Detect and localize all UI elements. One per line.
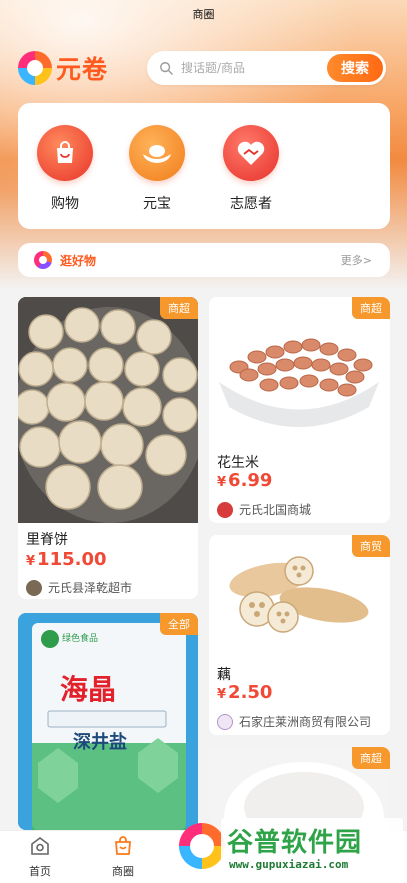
handshake-icon — [223, 125, 279, 181]
package-subtitle: 深井盐 — [73, 732, 127, 753]
good-things-bar: 逛好物 更多> — [18, 243, 390, 277]
product-card[interactable]: 绿色食品 海晶 深井盐 全部 — [18, 613, 198, 830]
ingot-icon — [129, 125, 185, 181]
product-price: ¥115.00 — [26, 549, 107, 570]
price-currency: ¥ — [217, 475, 227, 490]
watermark: 谷普软件园 www.gupuxiazai.com — [221, 818, 403, 880]
search-button[interactable]: 搜索 — [327, 54, 383, 82]
product-price: ¥2.50 — [217, 682, 272, 703]
product-badge: 商超 — [352, 747, 390, 769]
product-card[interactable]: 商贸 藕 ¥2.50 石家庄莱洲商贸有限公司 — [209, 535, 390, 735]
product-image: 商超 — [18, 297, 198, 523]
price-value: 115.00 — [37, 549, 107, 570]
logo-text: 元卷 — [56, 55, 109, 84]
product-name: 藕 — [217, 667, 231, 683]
quick-item-shopping[interactable]: 购物 — [25, 125, 105, 213]
shop-name: 元氏县泽乾超市 — [48, 581, 133, 595]
more-link[interactable]: 更多> — [341, 252, 372, 268]
quick-item-volunteer[interactable]: 志愿者 — [211, 125, 291, 213]
quick-item-label: 元宝 — [143, 196, 171, 212]
product-card[interactable]: 商超 花生米 ¥6.99 元氏北国商城 — [209, 297, 390, 523]
watermark-url: www.gupuxiazai.com — [229, 858, 349, 871]
tab-label: 首页 — [29, 865, 51, 878]
product-card[interactable]: 商超 里脊饼 ¥115.00 元氏县泽乾超市 — [18, 297, 198, 599]
shopping-bag-icon — [37, 125, 93, 181]
shop-avatar — [217, 713, 233, 730]
shop-bag-icon — [115, 836, 131, 855]
product-image: 商超 — [209, 297, 390, 447]
logo-ring-icon — [18, 51, 52, 85]
shop-avatar — [217, 501, 233, 518]
product-name: 里脊饼 — [26, 532, 68, 548]
product-badge: 商超 — [352, 297, 390, 319]
good-things-logo-icon — [34, 251, 52, 269]
search-icon — [160, 62, 173, 75]
package-title: 海晶 — [60, 673, 117, 706]
quick-item-label: 购物 — [51, 196, 79, 212]
product-image: 商贸 — [209, 535, 390, 655]
center-logo-button[interactable] — [179, 823, 225, 869]
price-currency: ¥ — [217, 687, 227, 702]
shop-info[interactable]: 元氏县泽乾超市 — [26, 579, 132, 596]
quick-menu-card: 购物 元宝 志愿者 — [18, 103, 390, 229]
home-icon — [31, 837, 49, 855]
tab-shop[interactable]: 商圈 — [93, 835, 153, 879]
shop-info[interactable]: 元氏北国商城 — [217, 501, 311, 518]
shop-info[interactable]: 石家庄莱洲商贸有限公司 — [217, 713, 371, 730]
good-things-title: 逛好物 — [60, 253, 97, 268]
watermark-title: 谷普软件园 — [227, 828, 363, 858]
price-value: 2.50 — [228, 682, 273, 703]
product-badge: 商贸 — [352, 535, 390, 557]
shop-name: 元氏北国商城 — [239, 503, 312, 517]
search-bar[interactable]: 搜索 — [147, 51, 386, 85]
package-brand-label: 绿色食品 — [62, 634, 99, 644]
product-price: ¥6.99 — [217, 470, 272, 491]
shop-avatar — [26, 579, 42, 596]
tab-home[interactable]: 首页 — [10, 835, 70, 879]
status-title: 商圈 — [192, 8, 215, 21]
product-badge: 全部 — [160, 613, 198, 635]
product-badge: 商超 — [160, 297, 198, 319]
price-value: 6.99 — [228, 470, 273, 491]
tab-label: 商圈 — [112, 865, 134, 878]
product-name: 花生米 — [217, 455, 259, 471]
app-logo: 元卷 — [18, 50, 108, 86]
quick-item-label: 志愿者 — [230, 196, 272, 212]
product-image: 绿色食品 海晶 深井盐 全部 — [18, 613, 198, 830]
price-currency: ¥ — [26, 554, 36, 569]
search-input[interactable] — [181, 61, 311, 75]
quick-item-ingot[interactable]: 元宝 — [117, 125, 197, 213]
shop-name: 石家庄莱洲商贸有限公司 — [239, 715, 372, 729]
